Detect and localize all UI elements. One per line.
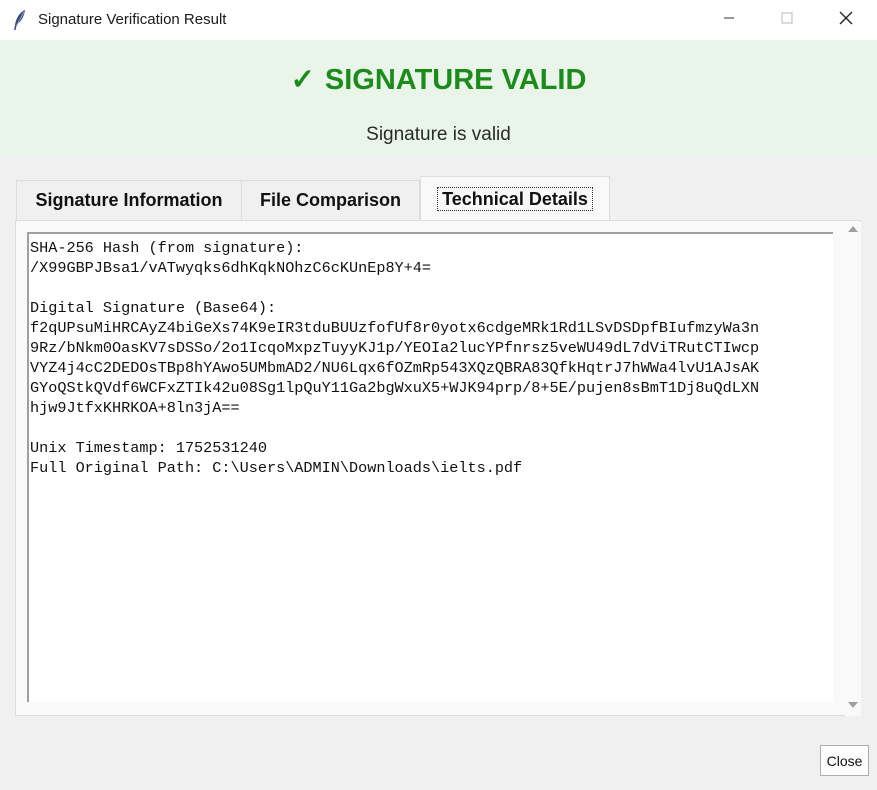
minimize-icon [723, 11, 735, 29]
maximize-button[interactable] [758, 0, 816, 40]
tab-label: Signature Information [35, 190, 223, 210]
details-line: Digital Signature (Base64): [30, 299, 277, 317]
technical-details-text: SHA-256 Hash (from signature): /X99GBPJB… [29, 234, 833, 478]
technical-details-text-area[interactable]: SHA-256 Hash (from signature): /X99GBPJB… [27, 232, 833, 702]
details-line: SHA-256 Hash (from signature): [30, 239, 304, 257]
checkmark-icon: ✓ [290, 64, 315, 96]
vertical-scrollbar[interactable] [845, 222, 861, 716]
status-title-text: SIGNATURE VALID [324, 64, 587, 96]
status-banner: ✓ SIGNATURE VALID Signature is valid [0, 40, 877, 156]
details-line: GYoQStkQVdf6WCFxZTIk42u08Sg1lpQuY11Ga2bg… [30, 379, 760, 397]
title-bar[interactable]: Signature Verification Result [0, 0, 877, 40]
details-line: hjw9JtfxKHRKOA+8ln3jA== [30, 399, 240, 417]
window-close-button[interactable] [817, 0, 875, 40]
details-line: Unix Timestamp: 1752531240 [30, 439, 267, 457]
scroll-down-arrow-icon[interactable] [848, 702, 858, 708]
tab-label: Technical Details [437, 187, 593, 211]
details-line: VYZ4j4cC2DEDOsTBp8hYAwo5UMbmAD2/NU6Lqx6f… [30, 359, 760, 377]
status-heading: ✓ SIGNATURE VALID [0, 62, 877, 97]
maximize-icon [781, 11, 793, 29]
close-button[interactable]: Close [820, 745, 869, 776]
tab-signature-information[interactable]: Signature Information [16, 180, 242, 220]
tab-file-comparison[interactable]: File Comparison [242, 180, 420, 220]
details-line: /X99GBPJBsa1/vATwyqks6dhKqkNOhzC6cKUnEp8… [30, 259, 432, 277]
details-line: 9Rz/bNkm0OasKV7sDSSo/2o1IcqoMxpzTuyyKJ1p… [30, 339, 760, 357]
scroll-up-arrow-icon[interactable] [848, 226, 858, 232]
details-line: Full Original Path: C:\Users\ADMIN\Downl… [30, 459, 523, 477]
verification-window: Signature Verification Result ✓ SIGNATURE… [0, 0, 877, 790]
close-icon [839, 11, 853, 30]
minimize-button[interactable] [700, 0, 758, 40]
window-title: Signature Verification Result [38, 11, 227, 28]
details-line: f2qUPsuMiHRCAyZ4biGeXs74K9eIR3tduBUUzfof… [30, 319, 760, 337]
status-message: Signature is valid [366, 124, 511, 145]
feather-icon [12, 9, 28, 31]
tab-technical-details[interactable]: Technical Details [420, 176, 610, 221]
tab-label: File Comparison [259, 190, 402, 210]
